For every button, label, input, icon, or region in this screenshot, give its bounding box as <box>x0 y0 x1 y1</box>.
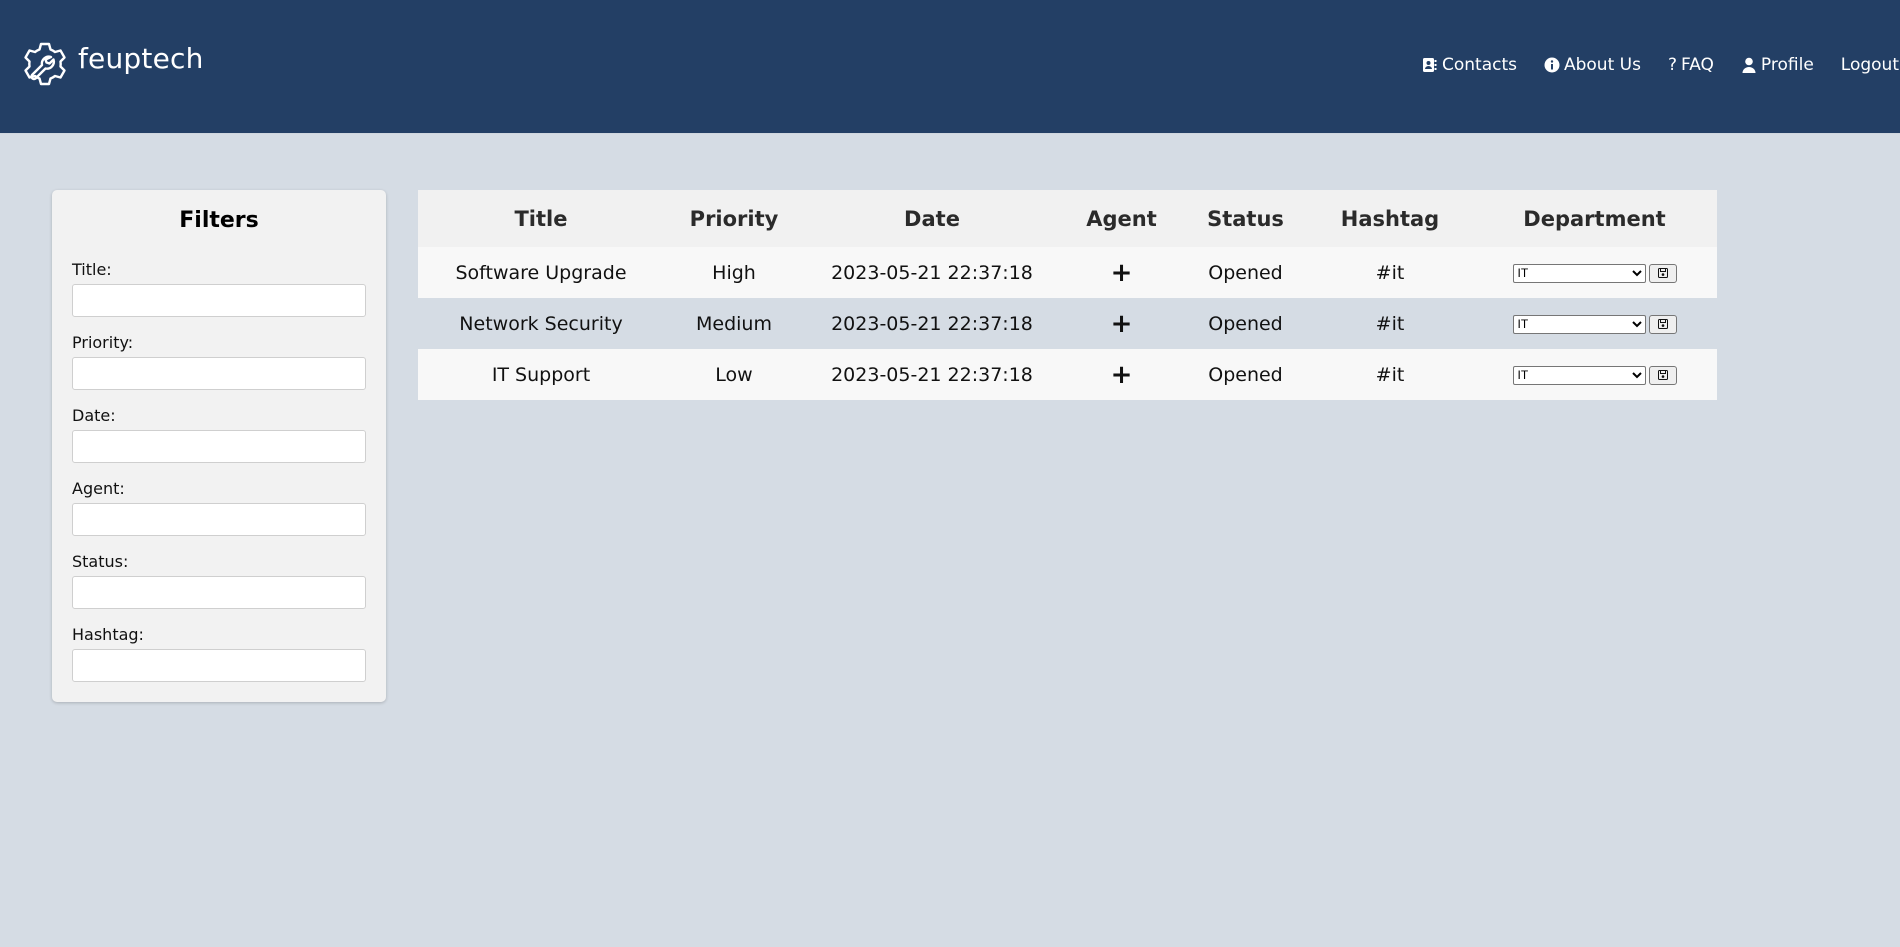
filter-priority: Priority: <box>72 333 366 390</box>
user-icon <box>1742 57 1756 73</box>
nav-faq[interactable]: ? FAQ <box>1668 55 1714 75</box>
tickets-table: Title Priority Date Agent Status Hashtag… <box>418 190 1717 400</box>
filter-status-label: Status: <box>72 552 129 571</box>
column-header-hashtag[interactable]: Hashtag <box>1308 190 1472 247</box>
filters-panel: Filters Title: Priority: Date: Agent: St… <box>52 190 386 702</box>
gear-wrench-icon <box>24 42 66 86</box>
ticket-department-cell: IT <box>1472 298 1717 349</box>
save-icon <box>1657 370 1668 380</box>
table-row[interactable]: IT Support Low 2023-05-21 22:37:18 + Ope… <box>418 349 1717 400</box>
column-header-priority[interactable]: Priority <box>664 190 804 247</box>
column-header-title[interactable]: Title <box>418 190 664 247</box>
filter-status-input[interactable] <box>72 576 366 609</box>
filter-agent-input[interactable] <box>72 503 366 536</box>
nav-contacts-label: Contacts <box>1441 55 1517 75</box>
ticket-department-cell: IT <box>1472 247 1717 298</box>
column-header-date[interactable]: Date <box>804 190 1060 247</box>
nav-logout-label: Logout <box>1840 55 1899 75</box>
filter-hashtag: Hashtag: <box>72 625 366 682</box>
filter-agent: Agent: <box>72 479 366 536</box>
logo-text: feuptech <box>78 41 204 75</box>
ticket-date: 2023-05-21 22:37:18 <box>831 363 1033 386</box>
filter-title-input[interactable] <box>72 284 366 317</box>
ticket-agent-cell: + <box>1060 298 1183 349</box>
department-select[interactable]: IT <box>1512 263 1646 283</box>
department-select[interactable]: IT <box>1512 365 1646 385</box>
ticket-status: Opened <box>1208 312 1283 335</box>
ticket-agent-cell: + <box>1060 349 1183 400</box>
logo[interactable]: feuptech <box>20 40 204 90</box>
save-department-button[interactable] <box>1648 263 1677 283</box>
ticket-date: 2023-05-21 22:37:18 <box>831 261 1033 284</box>
nav-logout[interactable]: Logout <box>1841 55 1899 75</box>
ticket-status: Opened <box>1208 261 1283 284</box>
department-select[interactable]: IT <box>1512 314 1646 334</box>
assign-agent-button[interactable]: + <box>1111 258 1133 288</box>
filter-date-input[interactable] <box>72 430 366 463</box>
assign-agent-button[interactable]: + <box>1111 309 1133 339</box>
ticket-hashtag[interactable]: #it <box>1308 298 1472 349</box>
ticket-title[interactable]: IT Support <box>418 349 664 400</box>
filter-priority-input[interactable] <box>72 357 366 390</box>
filter-priority-label: Priority: <box>72 333 134 352</box>
filter-hashtag-label: Hashtag: <box>72 625 144 644</box>
save-department-button[interactable] <box>1648 365 1677 385</box>
ticket-department-cell: IT <box>1472 349 1717 400</box>
nav-about-us[interactable]: About Us <box>1544 55 1641 75</box>
main-nav: Contacts About Us ? FAQ Profile Logout <box>1395 55 1899 75</box>
filter-status: Status: <box>72 552 366 609</box>
assign-agent-button[interactable]: + <box>1111 360 1133 390</box>
nav-profile-label: Profile <box>1760 55 1814 75</box>
filter-title-label: Title: <box>72 260 112 279</box>
save-icon <box>1657 268 1668 278</box>
filter-hashtag-input[interactable] <box>72 649 366 682</box>
ticket-status: Opened <box>1208 363 1283 386</box>
filter-date: Date: <box>72 406 366 463</box>
table-row[interactable]: Software Upgrade High 2023-05-21 22:37:1… <box>418 247 1717 298</box>
filter-title: Title: <box>72 260 366 317</box>
nav-faq-label: FAQ <box>1680 55 1714 75</box>
ticket-title[interactable]: Software Upgrade <box>418 247 664 298</box>
filters-title: Filters <box>179 208 259 233</box>
top-header: feuptech Contacts About Us ? FAQ Profile… <box>0 0 1900 134</box>
question-icon: ? <box>1667 55 1677 75</box>
save-department-button[interactable] <box>1648 314 1677 334</box>
address-book-icon <box>1422 58 1437 72</box>
info-circle-icon <box>1544 57 1560 73</box>
ticket-priority: High <box>712 261 756 284</box>
filter-agent-label: Agent: <box>72 479 125 498</box>
ticket-priority: Low <box>715 363 753 386</box>
ticket-hashtag[interactable]: #it <box>1308 349 1472 400</box>
column-header-status[interactable]: Status <box>1183 190 1308 247</box>
table-header-row: Title Priority Date Agent Status Hashtag… <box>418 190 1717 247</box>
filter-date-label: Date: <box>72 406 116 425</box>
column-header-agent[interactable]: Agent <box>1060 190 1183 247</box>
nav-contacts[interactable]: Contacts <box>1422 55 1517 75</box>
ticket-hashtag[interactable]: #it <box>1308 247 1472 298</box>
nav-about-us-label: About Us <box>1563 55 1641 75</box>
ticket-agent-cell: + <box>1060 247 1183 298</box>
nav-profile[interactable]: Profile <box>1741 55 1814 75</box>
ticket-priority: Medium <box>696 312 772 335</box>
save-icon <box>1657 319 1668 329</box>
ticket-title[interactable]: Network Security <box>418 298 664 349</box>
column-header-department[interactable]: Department <box>1472 190 1717 247</box>
ticket-date: 2023-05-21 22:37:18 <box>831 312 1033 335</box>
table-row[interactable]: Network Security Medium 2023-05-21 22:37… <box>418 298 1717 349</box>
